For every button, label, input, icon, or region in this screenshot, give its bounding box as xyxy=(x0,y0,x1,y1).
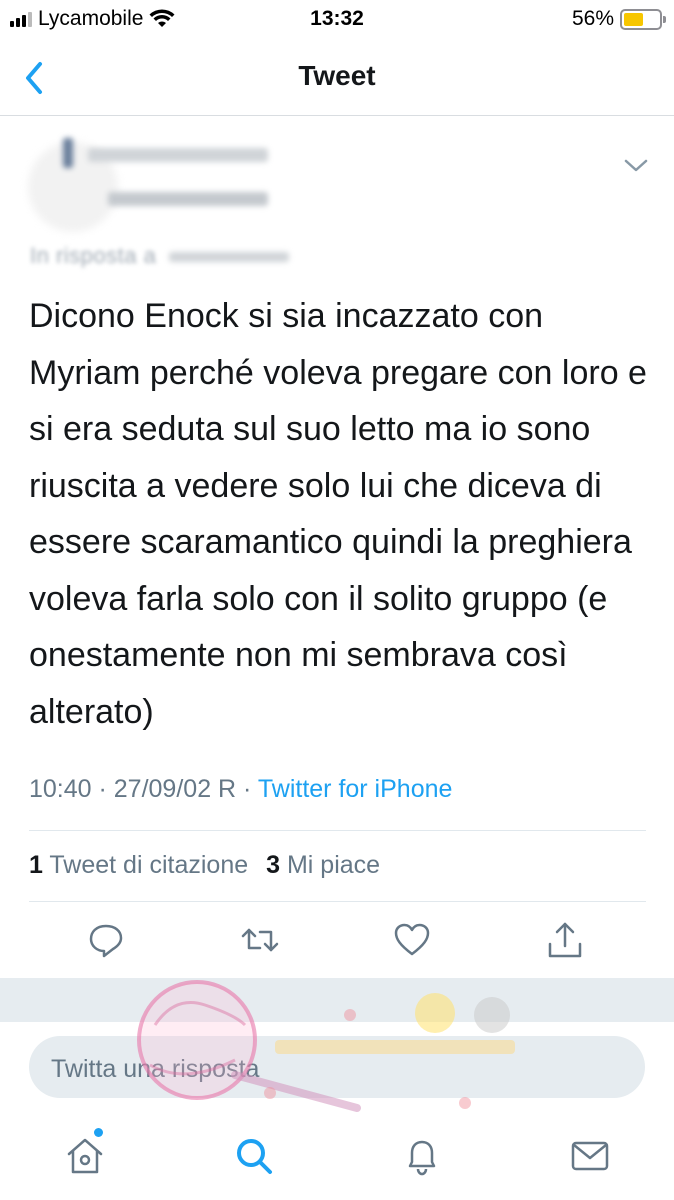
like-icon[interactable] xyxy=(392,920,432,960)
chevron-down-icon[interactable] xyxy=(622,155,650,175)
like-label: Mi piace xyxy=(286,851,381,879)
tweet-stats: 1 Tweet di citazione 3 Mi piace xyxy=(29,851,380,880)
battery-fill xyxy=(624,12,644,26)
reply-icon[interactable] xyxy=(86,920,126,960)
battery-percent: 56% xyxy=(571,7,614,30)
like-count: 3 xyxy=(266,851,281,879)
redacted-mark xyxy=(63,138,73,168)
redacted-handle xyxy=(108,192,268,206)
notifications-icon[interactable] xyxy=(400,1134,444,1178)
share-icon[interactable] xyxy=(545,920,585,960)
tweet-text: Dicono Enock si sia incazzato con Myriam… xyxy=(29,297,647,731)
section-separator xyxy=(0,978,674,1022)
tweet-source-link[interactable]: Twitter for iPhone xyxy=(258,775,453,803)
messages-icon[interactable] xyxy=(568,1134,612,1178)
divider xyxy=(29,901,646,902)
tweet-meta: 10:40 · 27/09/02 R · Twitter for iPhone xyxy=(29,775,452,804)
quote-count: 1 xyxy=(29,851,43,879)
tweet-timestamp: 10:40 · 27/09/02 R · xyxy=(29,775,252,803)
likes-stat[interactable]: 3 Mi piace xyxy=(266,851,380,880)
divider xyxy=(29,830,646,831)
retweet-icon[interactable] xyxy=(240,920,280,960)
tweet-actions xyxy=(0,915,674,975)
navigation-bar: Tweet xyxy=(0,38,674,116)
reply-input[interactable]: Twitta una risposta xyxy=(29,1036,645,1098)
page-title: Tweet xyxy=(298,60,376,91)
tweet-author[interactable] xyxy=(28,130,358,240)
status-bar: Lycamobile 13:32 56% xyxy=(0,0,674,38)
quote-label: Tweet di citazione xyxy=(49,851,249,879)
reply-prefix: In risposta a xyxy=(30,243,157,268)
home-notification-dot xyxy=(94,1128,103,1137)
battery-icon xyxy=(620,8,666,30)
redacted-reply-handle[interactable] xyxy=(168,252,289,263)
redacted-display-name xyxy=(88,148,268,162)
reply-context: In risposta a xyxy=(30,243,289,269)
home-icon[interactable] xyxy=(63,1134,107,1178)
quote-tweets-stat[interactable]: 1 Tweet di citazione xyxy=(29,851,248,880)
search-icon[interactable] xyxy=(232,1134,276,1178)
